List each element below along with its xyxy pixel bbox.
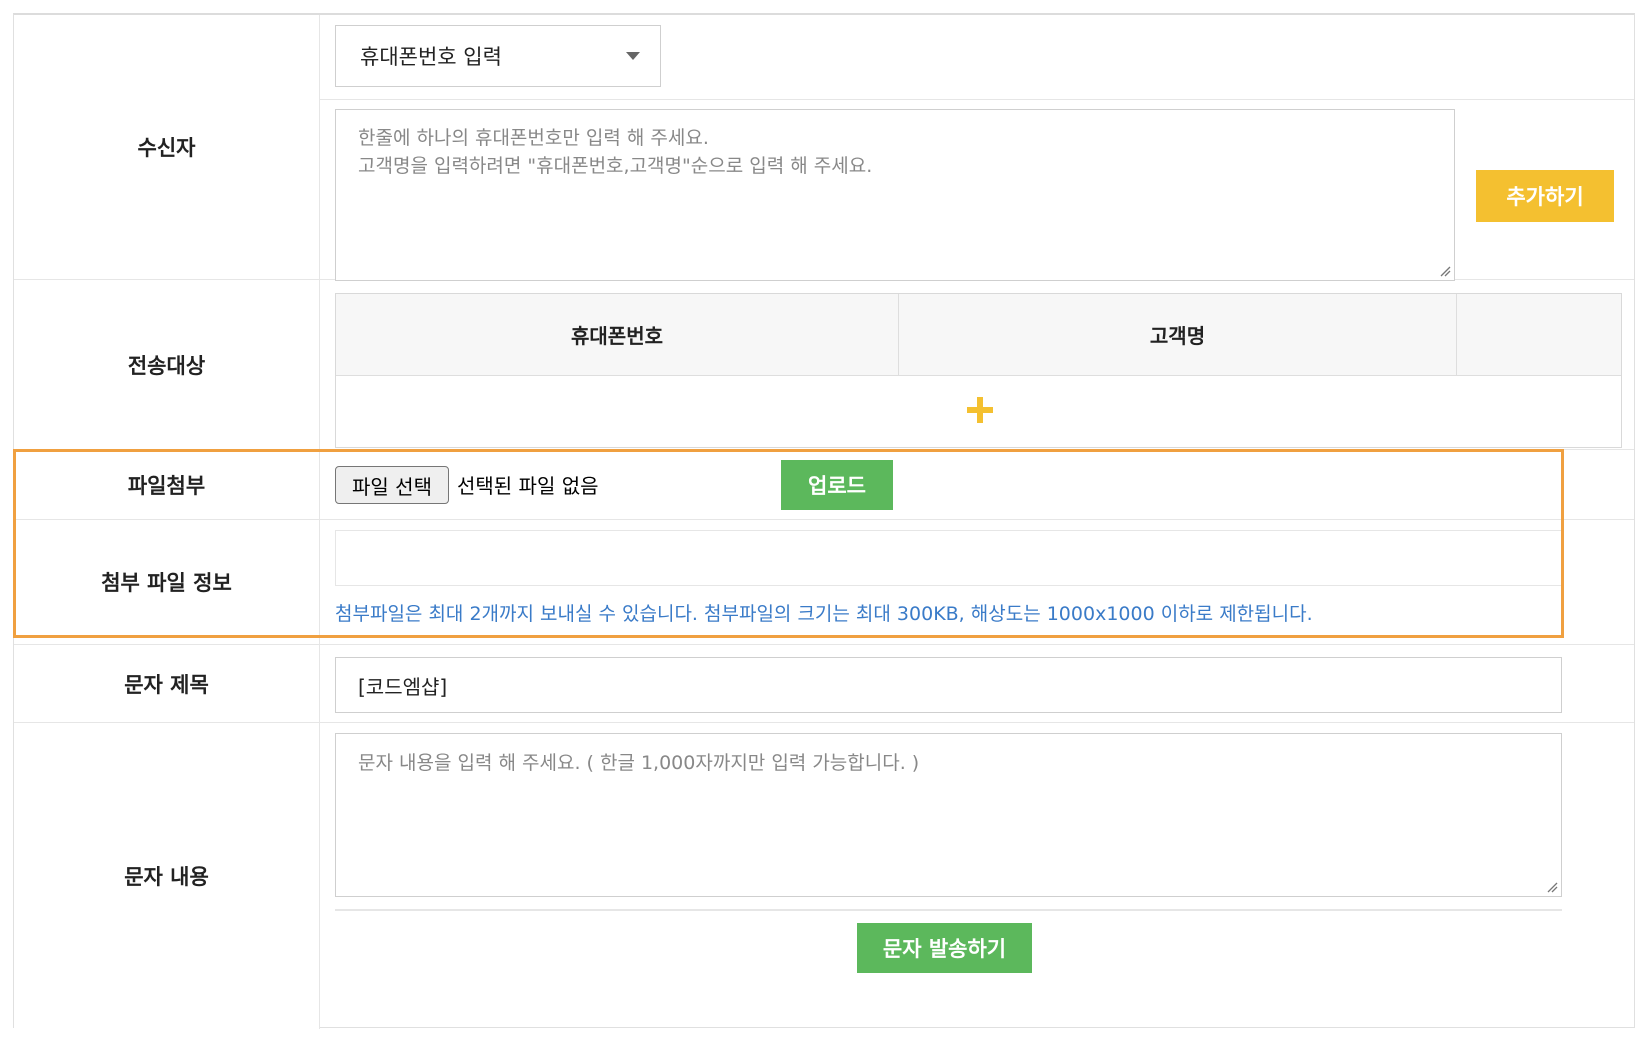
message-placeholder: 문자 내용을 입력 해 주세요. ( 한글 1,000자까지만 입력 가능합니다… (358, 752, 920, 774)
column-header-extra (1457, 294, 1623, 375)
resize-handle-icon[interactable] (1439, 265, 1451, 277)
divider (335, 909, 1562, 911)
target-label: 전송대상 (14, 280, 320, 449)
placeholder-line: 고객명을 입력하려면 "휴대폰번호,고객명"순으로 입력 해 주세요. (358, 155, 873, 177)
message-row: 문자 내용 문자 내용을 입력 해 주세요. ( 한글 1,000자까지만 입력… (14, 723, 1634, 1029)
target-content: 휴대폰번호 고객명 (319, 280, 1634, 449)
resize-handle-icon[interactable] (1546, 881, 1558, 893)
column-header-phone: 휴대폰번호 (336, 294, 899, 375)
caret-down-icon (626, 52, 640, 60)
message-content: 문자 내용을 입력 해 주세요. ( 한글 1,000자까지만 입력 가능합니다… (319, 723, 1634, 1029)
attachment-info-content: 첨부파일은 최대 2개까지 보내실 수 있습니다. 첨부파일의 크기는 최대 3… (319, 520, 1634, 644)
message-label: 문자 내용 (14, 723, 320, 1029)
recipient-phone-textarea[interactable]: 한줄에 하나의 휴대폰번호만 입력 해 주세요. 고객명을 입력하려면 "휴대폰… (335, 109, 1455, 281)
divider (319, 99, 1634, 100)
placeholder-line: 한줄에 하나의 휴대폰번호만 입력 해 주세요. (358, 127, 709, 149)
recipient-label: 수신자 (14, 15, 320, 279)
recipient-type-value: 휴대폰번호 입력 (360, 45, 502, 69)
add-recipient-button[interactable]: 추가하기 (1476, 170, 1614, 222)
message-textarea[interactable]: 문자 내용을 입력 해 주세요. ( 한글 1,000자까지만 입력 가능합니다… (335, 733, 1562, 897)
attachment-info-row: 첨부 파일 정보 첨부파일은 최대 2개까지 보내실 수 있습니다. 첨부파일의… (14, 520, 1634, 645)
subject-content: [코드엠샵] (319, 645, 1634, 722)
send-message-button[interactable]: 문자 발송하기 (857, 923, 1032, 973)
table-header: 휴대폰번호 고객명 (336, 294, 1621, 376)
choose-file-button[interactable]: 파일 선택 (335, 466, 449, 504)
subject-label: 문자 제목 (14, 645, 320, 722)
upload-button[interactable]: 업로드 (781, 460, 893, 510)
sms-form: 수신자 휴대폰번호 입력 한줄에 하나의 휴대폰번호만 입력 해 주세요. 고객… (13, 13, 1635, 1029)
subject-row: 문자 제목 [코드엠샵] (14, 645, 1634, 723)
plus-icon[interactable] (967, 397, 993, 423)
file-status-text: 선택된 파일 없음 (457, 474, 599, 498)
subject-input[interactable]: [코드엠샵] (335, 657, 1562, 713)
attachment-row: 파일첨부 파일 선택 선택된 파일 없음 업로드 (14, 450, 1634, 520)
recipient-content: 휴대폰번호 입력 한줄에 하나의 휴대폰번호만 입력 해 주세요. 고객명을 입… (319, 15, 1634, 281)
recipient-row: 수신자 휴대폰번호 입력 한줄에 하나의 휴대폰번호만 입력 해 주세요. 고객… (14, 15, 1634, 281)
attachment-notice: 첨부파일은 최대 2개까지 보내실 수 있습니다. 첨부파일의 크기는 최대 3… (335, 603, 1313, 625)
attachment-content: 파일 선택 선택된 파일 없음 업로드 (319, 450, 1634, 519)
target-row: 전송대상 휴대폰번호 고객명 (14, 280, 1634, 450)
column-header-customer-name: 고객명 (899, 294, 1457, 375)
recipient-type-select[interactable]: 휴대폰번호 입력 (335, 25, 661, 87)
attached-file-list (335, 530, 1562, 586)
target-table: 휴대폰번호 고객명 (335, 293, 1622, 448)
attachment-label: 파일첨부 (14, 450, 320, 519)
attachment-info-label: 첨부 파일 정보 (14, 520, 320, 644)
